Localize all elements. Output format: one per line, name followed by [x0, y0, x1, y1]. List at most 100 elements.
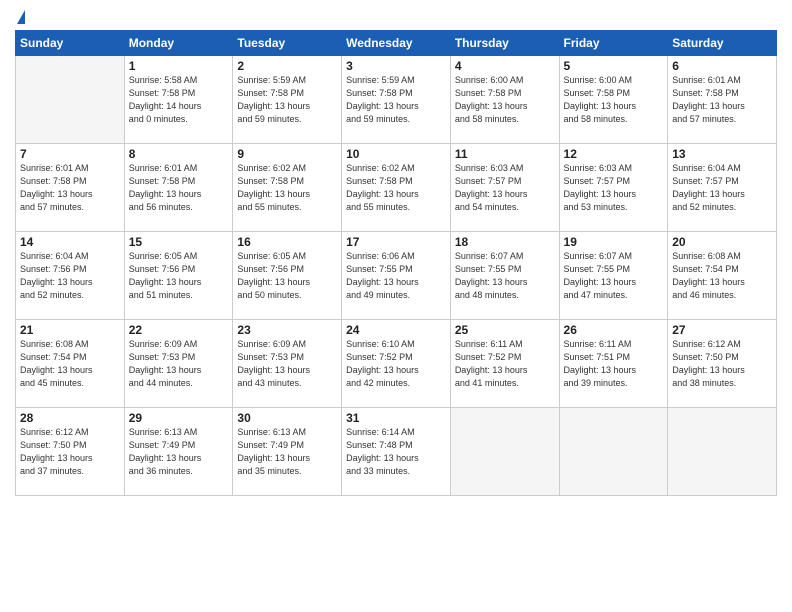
day-info: Sunrise: 6:05 AM Sunset: 7:56 PM Dayligh…: [129, 250, 229, 302]
calendar-cell: [668, 408, 777, 496]
day-number: 24: [346, 323, 446, 337]
day-number: 16: [237, 235, 337, 249]
day-info: Sunrise: 6:04 AM Sunset: 7:57 PM Dayligh…: [672, 162, 772, 214]
calendar-cell: 31Sunrise: 6:14 AM Sunset: 7:48 PM Dayli…: [342, 408, 451, 496]
calendar-week-2: 7Sunrise: 6:01 AM Sunset: 7:58 PM Daylig…: [16, 144, 777, 232]
calendar-cell: 22Sunrise: 6:09 AM Sunset: 7:53 PM Dayli…: [124, 320, 233, 408]
calendar-cell: [559, 408, 668, 496]
day-number: 17: [346, 235, 446, 249]
day-number: 11: [455, 147, 555, 161]
day-number: 29: [129, 411, 229, 425]
day-info: Sunrise: 6:05 AM Sunset: 7:56 PM Dayligh…: [237, 250, 337, 302]
day-number: 14: [20, 235, 120, 249]
calendar-cell: 11Sunrise: 6:03 AM Sunset: 7:57 PM Dayli…: [450, 144, 559, 232]
day-info: Sunrise: 6:00 AM Sunset: 7:58 PM Dayligh…: [564, 74, 664, 126]
day-info: Sunrise: 5:59 AM Sunset: 7:58 PM Dayligh…: [237, 74, 337, 126]
day-info: Sunrise: 5:58 AM Sunset: 7:58 PM Dayligh…: [129, 74, 229, 126]
calendar-header-sunday: Sunday: [16, 31, 125, 56]
day-number: 30: [237, 411, 337, 425]
calendar-header-wednesday: Wednesday: [342, 31, 451, 56]
day-number: 8: [129, 147, 229, 161]
calendar-cell: 20Sunrise: 6:08 AM Sunset: 7:54 PM Dayli…: [668, 232, 777, 320]
calendar-cell: 14Sunrise: 6:04 AM Sunset: 7:56 PM Dayli…: [16, 232, 125, 320]
day-number: 26: [564, 323, 664, 337]
day-info: Sunrise: 6:12 AM Sunset: 7:50 PM Dayligh…: [20, 426, 120, 478]
calendar-cell: [16, 56, 125, 144]
calendar-cell: 15Sunrise: 6:05 AM Sunset: 7:56 PM Dayli…: [124, 232, 233, 320]
calendar-cell: 8Sunrise: 6:01 AM Sunset: 7:58 PM Daylig…: [124, 144, 233, 232]
day-info: Sunrise: 6:13 AM Sunset: 7:49 PM Dayligh…: [237, 426, 337, 478]
day-info: Sunrise: 6:03 AM Sunset: 7:57 PM Dayligh…: [455, 162, 555, 214]
calendar-cell: 16Sunrise: 6:05 AM Sunset: 7:56 PM Dayli…: [233, 232, 342, 320]
day-number: 19: [564, 235, 664, 249]
day-info: Sunrise: 6:13 AM Sunset: 7:49 PM Dayligh…: [129, 426, 229, 478]
calendar-cell: 28Sunrise: 6:12 AM Sunset: 7:50 PM Dayli…: [16, 408, 125, 496]
page: SundayMondayTuesdayWednesdayThursdayFrid…: [0, 0, 792, 612]
calendar-header-monday: Monday: [124, 31, 233, 56]
day-info: Sunrise: 6:09 AM Sunset: 7:53 PM Dayligh…: [129, 338, 229, 390]
day-number: 10: [346, 147, 446, 161]
day-number: 23: [237, 323, 337, 337]
day-number: 1: [129, 59, 229, 73]
day-info: Sunrise: 5:59 AM Sunset: 7:58 PM Dayligh…: [346, 74, 446, 126]
day-number: 20: [672, 235, 772, 249]
day-info: Sunrise: 6:12 AM Sunset: 7:50 PM Dayligh…: [672, 338, 772, 390]
calendar-cell: 17Sunrise: 6:06 AM Sunset: 7:55 PM Dayli…: [342, 232, 451, 320]
day-number: 25: [455, 323, 555, 337]
day-number: 4: [455, 59, 555, 73]
calendar-cell: 24Sunrise: 6:10 AM Sunset: 7:52 PM Dayli…: [342, 320, 451, 408]
calendar-table: SundayMondayTuesdayWednesdayThursdayFrid…: [15, 30, 777, 496]
calendar-cell: 6Sunrise: 6:01 AM Sunset: 7:58 PM Daylig…: [668, 56, 777, 144]
day-info: Sunrise: 6:01 AM Sunset: 7:58 PM Dayligh…: [129, 162, 229, 214]
day-number: 2: [237, 59, 337, 73]
calendar-week-4: 21Sunrise: 6:08 AM Sunset: 7:54 PM Dayli…: [16, 320, 777, 408]
day-info: Sunrise: 6:01 AM Sunset: 7:58 PM Dayligh…: [672, 74, 772, 126]
day-number: 9: [237, 147, 337, 161]
day-number: 28: [20, 411, 120, 425]
logo: [15, 10, 25, 24]
day-number: 18: [455, 235, 555, 249]
calendar-cell: 25Sunrise: 6:11 AM Sunset: 7:52 PM Dayli…: [450, 320, 559, 408]
day-number: 13: [672, 147, 772, 161]
calendar-cell: 29Sunrise: 6:13 AM Sunset: 7:49 PM Dayli…: [124, 408, 233, 496]
day-info: Sunrise: 6:07 AM Sunset: 7:55 PM Dayligh…: [455, 250, 555, 302]
day-info: Sunrise: 6:08 AM Sunset: 7:54 PM Dayligh…: [672, 250, 772, 302]
day-info: Sunrise: 6:10 AM Sunset: 7:52 PM Dayligh…: [346, 338, 446, 390]
header: [15, 10, 777, 24]
day-info: Sunrise: 6:02 AM Sunset: 7:58 PM Dayligh…: [346, 162, 446, 214]
calendar-header-thursday: Thursday: [450, 31, 559, 56]
day-info: Sunrise: 6:11 AM Sunset: 7:51 PM Dayligh…: [564, 338, 664, 390]
calendar-cell: 2Sunrise: 5:59 AM Sunset: 7:58 PM Daylig…: [233, 56, 342, 144]
calendar-cell: 1Sunrise: 5:58 AM Sunset: 7:58 PM Daylig…: [124, 56, 233, 144]
calendar-cell: [450, 408, 559, 496]
day-info: Sunrise: 6:00 AM Sunset: 7:58 PM Dayligh…: [455, 74, 555, 126]
calendar-cell: 10Sunrise: 6:02 AM Sunset: 7:58 PM Dayli…: [342, 144, 451, 232]
day-number: 22: [129, 323, 229, 337]
day-number: 6: [672, 59, 772, 73]
day-number: 5: [564, 59, 664, 73]
calendar-header-saturday: Saturday: [668, 31, 777, 56]
calendar-cell: 19Sunrise: 6:07 AM Sunset: 7:55 PM Dayli…: [559, 232, 668, 320]
calendar-cell: 30Sunrise: 6:13 AM Sunset: 7:49 PM Dayli…: [233, 408, 342, 496]
day-number: 15: [129, 235, 229, 249]
calendar-cell: 13Sunrise: 6:04 AM Sunset: 7:57 PM Dayli…: [668, 144, 777, 232]
calendar-cell: 18Sunrise: 6:07 AM Sunset: 7:55 PM Dayli…: [450, 232, 559, 320]
calendar-cell: 27Sunrise: 6:12 AM Sunset: 7:50 PM Dayli…: [668, 320, 777, 408]
calendar-header-row: SundayMondayTuesdayWednesdayThursdayFrid…: [16, 31, 777, 56]
day-info: Sunrise: 6:11 AM Sunset: 7:52 PM Dayligh…: [455, 338, 555, 390]
day-info: Sunrise: 6:01 AM Sunset: 7:58 PM Dayligh…: [20, 162, 120, 214]
calendar-week-1: 1Sunrise: 5:58 AM Sunset: 7:58 PM Daylig…: [16, 56, 777, 144]
calendar-header-friday: Friday: [559, 31, 668, 56]
calendar-week-3: 14Sunrise: 6:04 AM Sunset: 7:56 PM Dayli…: [16, 232, 777, 320]
calendar-cell: 26Sunrise: 6:11 AM Sunset: 7:51 PM Dayli…: [559, 320, 668, 408]
day-info: Sunrise: 6:06 AM Sunset: 7:55 PM Dayligh…: [346, 250, 446, 302]
day-info: Sunrise: 6:03 AM Sunset: 7:57 PM Dayligh…: [564, 162, 664, 214]
calendar-body: 1Sunrise: 5:58 AM Sunset: 7:58 PM Daylig…: [16, 56, 777, 496]
logo-icon: [17, 10, 25, 24]
day-number: 7: [20, 147, 120, 161]
calendar-header-tuesday: Tuesday: [233, 31, 342, 56]
day-info: Sunrise: 6:09 AM Sunset: 7:53 PM Dayligh…: [237, 338, 337, 390]
day-info: Sunrise: 6:04 AM Sunset: 7:56 PM Dayligh…: [20, 250, 120, 302]
calendar-cell: 23Sunrise: 6:09 AM Sunset: 7:53 PM Dayli…: [233, 320, 342, 408]
day-info: Sunrise: 6:08 AM Sunset: 7:54 PM Dayligh…: [20, 338, 120, 390]
